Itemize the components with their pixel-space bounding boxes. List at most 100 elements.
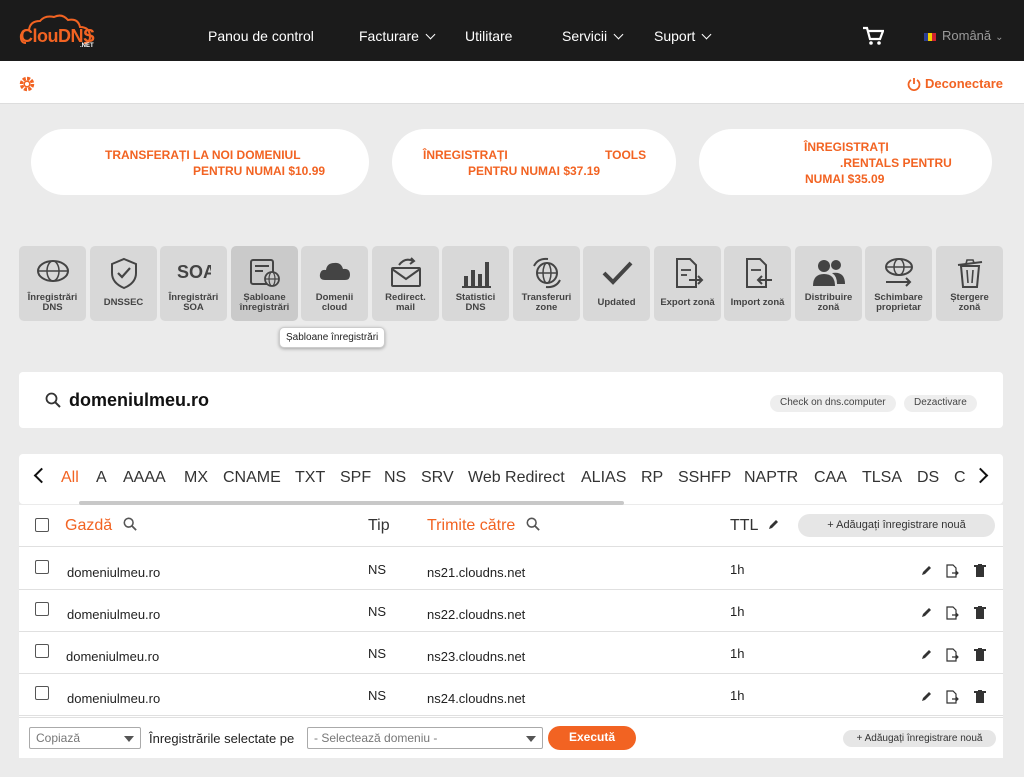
tool-label: Ștergere zonă: [950, 292, 989, 313]
row-checkbox[interactable]: [35, 644, 49, 658]
tool-change-owner[interactable]: Schimbare proprietar: [865, 246, 932, 321]
trash-icon[interactable]: [974, 606, 986, 619]
edit-icon[interactable]: [921, 606, 933, 618]
tool-dnssec[interactable]: DNSSEC: [90, 246, 157, 321]
nav-services-label: Servicii: [562, 28, 608, 44]
tab-all[interactable]: All: [61, 469, 79, 487]
chevron-left-icon[interactable]: [33, 467, 50, 484]
logo-suffix: .NET: [80, 43, 94, 49]
row-type: NS: [368, 688, 387, 703]
row-ttl: 1h: [730, 604, 745, 619]
add-record-button[interactable]: + Adăugați înregistrare nouă: [798, 514, 995, 537]
promo-tools[interactable]: ÎNREGISTRAȚI TOOLS PENTRU NUMAI $37.19: [392, 129, 676, 195]
tool-label: Șabloane înregistrări: [239, 292, 290, 313]
domain-bar: domeniulmeu.ro Check on dns.computer Dez…: [19, 372, 1003, 428]
row-points-to: ns23.cloudns.net: [427, 649, 526, 664]
tab-alias[interactable]: ALIAS: [581, 469, 626, 487]
tab-tlsa[interactable]: TLSA: [862, 469, 902, 487]
promo-line: ÎNREGISTRAȚI: [804, 140, 889, 154]
tool-cloud-domains[interactable]: Domenii cloud: [301, 246, 368, 321]
tab-mx[interactable]: MX: [184, 469, 208, 487]
tab-aaaa[interactable]: AAAA: [123, 469, 166, 487]
search-icon: [45, 392, 61, 408]
action-select-value: Copiază: [36, 731, 81, 745]
promo-transfer[interactable]: TRANSFERAȚI LA NOI DOMENIUL PENTRU NUMAI…: [31, 129, 369, 195]
file-export-icon[interactable]: [945, 648, 959, 662]
header-ttl[interactable]: TTL: [730, 517, 780, 535]
tab-cname[interactable]: CNAME: [223, 469, 281, 487]
trash-icon[interactable]: [974, 648, 986, 661]
tab-sshfp[interactable]: SSHFP: [678, 469, 731, 487]
tool-dns-records[interactable]: Înregistrări DNS: [19, 246, 86, 321]
row-ttl: 1h: [730, 688, 745, 703]
logout-link[interactable]: Deconectare: [907, 76, 1003, 91]
nav-support[interactable]: Suport: [654, 28, 712, 44]
edit-icon[interactable]: [921, 648, 933, 660]
nav-services[interactable]: Servicii: [562, 28, 624, 44]
tool-label: Înregistrări SOA: [168, 292, 219, 313]
promo-line: TRANSFERAȚI LA NOI DOMENIUL: [105, 148, 301, 162]
trash-icon[interactable]: [974, 690, 986, 703]
tool-share-zone[interactable]: Distribuire zonă: [795, 246, 862, 321]
tab-web-redirect[interactable]: Web Redirect: [468, 469, 565, 487]
promo-line: PENTRU NUMAI $37.19: [468, 164, 601, 178]
tool-label: DNSSEC: [103, 297, 144, 308]
row-checkbox[interactable]: [35, 686, 49, 700]
row-checkbox[interactable]: [35, 560, 49, 574]
add-record-button-footer[interactable]: + Adăugați înregistrare nouă: [843, 730, 996, 747]
tool-dns-stats[interactable]: Statistici DNS: [442, 246, 509, 321]
cloudns-logo[interactable]: ClouDNS .NET: [18, 13, 95, 51]
nav-dashboard[interactable]: Panou de control: [208, 28, 314, 44]
tab-a[interactable]: A: [96, 469, 107, 487]
search-icon[interactable]: [123, 517, 137, 531]
trash-icon[interactable]: [974, 564, 986, 577]
tab-rp[interactable]: RP: [641, 469, 663, 487]
deactivate-button[interactable]: Dezactivare: [904, 395, 977, 412]
tool-delete-zone[interactable]: Ștergere zonă: [936, 246, 1003, 321]
file-export-icon[interactable]: [945, 606, 959, 620]
action-select[interactable]: Copiază: [29, 727, 141, 749]
row-checkbox[interactable]: [35, 602, 49, 616]
tab-txt[interactable]: TXT: [295, 469, 325, 487]
table-header: Gazdă Tip Trimite către TTL + Adăugați î…: [19, 505, 1003, 547]
tool-mail-forward[interactable]: Redirect. mail: [372, 246, 439, 321]
promo-rentals[interactable]: ÎNREGISTRAȚI .RENTALS PENTRU NUMAI $35.0…: [699, 129, 992, 195]
gear-icon[interactable]: [18, 75, 36, 93]
select-all-checkbox[interactable]: [35, 518, 49, 532]
tool-updated[interactable]: Updated: [583, 246, 650, 321]
tab-spf[interactable]: SPF: [340, 469, 371, 487]
tab-ds[interactable]: DS: [917, 469, 939, 487]
tool-soa-records[interactable]: SOA Înregistrări SOA: [160, 246, 227, 321]
search-icon[interactable]: [526, 517, 540, 531]
tab-caa[interactable]: CAA: [814, 469, 847, 487]
nav-tools[interactable]: Utilitare: [465, 28, 512, 44]
tab-srv[interactable]: SRV: [421, 469, 454, 487]
check-dns-button[interactable]: Check on dns.computer: [770, 395, 896, 412]
svg-text:SOA: SOA: [177, 262, 211, 282]
header-points-to[interactable]: Trimite către: [427, 517, 540, 535]
header-host[interactable]: Gazdă: [65, 517, 137, 535]
tool-export-zone[interactable]: Export zonă: [654, 246, 721, 321]
domain-select[interactable]: - Selectează domeniu -: [307, 727, 543, 749]
edit-icon[interactable]: [921, 690, 933, 702]
edit-icon[interactable]: [921, 564, 933, 576]
chevron-right-icon[interactable]: [972, 467, 989, 484]
row-points-to: ns22.cloudns.net: [427, 607, 526, 622]
tab-ns[interactable]: NS: [384, 469, 406, 487]
cart-icon[interactable]: [862, 26, 884, 46]
pencil-icon[interactable]: [768, 518, 780, 530]
nav-billing[interactable]: Facturare: [359, 28, 436, 44]
tool-import-zone[interactable]: Import zonă: [724, 246, 791, 321]
chevron-down-icon: [425, 29, 436, 40]
language-selector[interactable]: Română ⌄: [924, 28, 1004, 43]
tool-record-templates[interactable]: Șabloane înregistrări: [231, 246, 298, 321]
execute-button[interactable]: Execută: [548, 726, 636, 750]
tab-more[interactable]: C: [954, 469, 966, 487]
domain-select-value: - Selectează domeniu -: [314, 731, 438, 745]
file-export-icon[interactable]: [945, 564, 959, 578]
file-export-icon[interactable]: [945, 690, 959, 704]
tool-zone-transfers[interactable]: Transferuri zone: [513, 246, 580, 321]
row-host: domeniulmeu.ro: [67, 691, 161, 706]
tab-naptr[interactable]: NAPTR: [744, 469, 798, 487]
nav-dashboard-label: Panou de control: [208, 28, 314, 44]
